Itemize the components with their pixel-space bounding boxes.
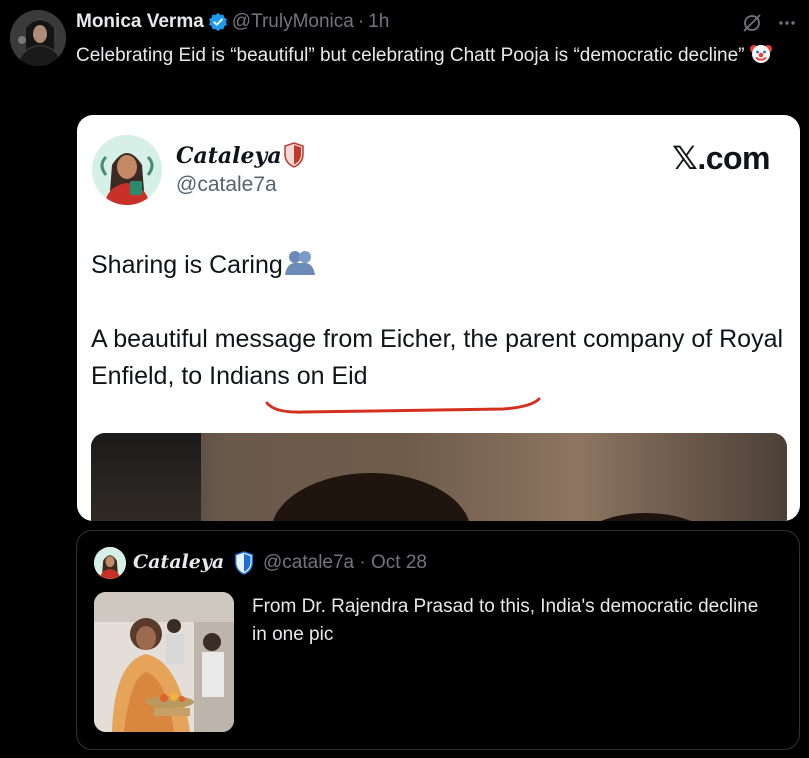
shield-badge-icon [284,142,304,173]
screenshot-avatar [92,135,162,205]
author-handle[interactable]: @TrulyMonica [232,11,354,33]
red-underline-annotation [265,397,541,414]
screenshot-line1-text: Sharing is Caring [91,251,283,279]
quoted-author-handle: @catale7a [263,552,355,573]
screenshot-video-thumbnail [91,433,787,521]
header-actions [741,12,797,39]
separator-dot: · [357,11,365,32]
screenshot-line2: A beautiful message from Eicher, the par… [91,325,784,390]
quoted-meta: @catale7a · Oct 28 [263,552,427,574]
people-hugging-icon [283,248,317,283]
verified-badge-icon [208,12,228,32]
post-time[interactable]: 1h [368,11,389,33]
thumbnail-figure-2 [571,513,721,521]
tweet-text: Celebrating Eid is “beautiful” but celeb… [76,41,791,73]
quoted-tweet-text: From Dr. Rajendra Prasad to this, India'… [252,596,759,645]
grok-icon[interactable] [741,12,763,39]
clown-face-icon [749,41,773,73]
more-options-icon[interactable] [777,13,797,38]
thumbnail-shadow [91,433,201,521]
screenshot-author-handle: @catale7a [176,173,277,196]
tweet-header: Monica Verma @TrulyMonica · 1h [76,10,389,34]
quoted-tweet[interactable]: Cataleya @catale7a · Oct 28 From Dr. Raj… [76,530,800,750]
x-com-label: 𝕏.com [672,140,770,176]
tweet-text-content: Celebrating Eid is “beautiful” but celeb… [76,45,745,66]
attached-image[interactable]: Cataleya @catale7a 𝕏.com Sharing is Cari… [77,115,800,521]
author-name[interactable]: Monica Verma [76,11,204,33]
author-avatar[interactable] [10,10,66,66]
tweet[interactable]: Monica Verma @TrulyMonica · 1h Celebrati… [0,0,809,758]
quoted-date: Oct 28 [371,552,427,573]
screenshot-author-name: Cataleya [176,143,282,169]
quoted-author-name: Cataleya [133,551,225,573]
thumbnail-figure [271,473,471,521]
quoted-image-thumbnail [94,592,234,732]
quoted-author-avatar [94,547,126,579]
separator-dot: · [359,552,366,573]
shield-badge-icon [233,551,255,580]
screenshot-line1: Sharing is Caring [91,248,317,283]
